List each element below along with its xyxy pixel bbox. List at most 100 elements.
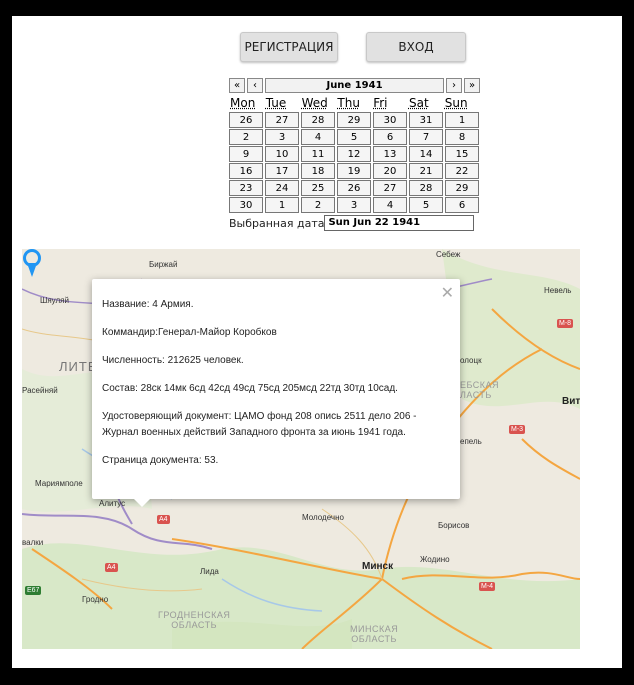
map-label-suvalki: валки — [22, 538, 44, 547]
map-label-grodno: Гродно — [82, 595, 109, 604]
calendar-day[interactable]: 4 — [373, 197, 407, 213]
map-label-nevel: Невель — [544, 286, 572, 295]
page-frame: РЕГИСТРАЦИЯ ВХОД « ‹ June 1941 › » Mon T… — [12, 16, 622, 668]
calendar-day[interactable]: 20 — [373, 163, 407, 179]
calendar-day[interactable]: 6 — [373, 129, 407, 145]
close-icon[interactable]: ✕ — [441, 283, 454, 303]
calendar-day[interactable]: 19 — [337, 163, 371, 179]
calendar-day[interactable]: 13 — [373, 146, 407, 162]
weekday: Wed — [301, 96, 328, 110]
selected-date-row: Выбранная дата Sun Jun 22 1941 — [229, 215, 475, 231]
map-label-lepel: епель — [460, 437, 482, 446]
road-shield-a4: A4 — [105, 563, 118, 572]
map-label-vitebsk: Вите — [562, 396, 580, 407]
calendar-day[interactable]: 3 — [337, 197, 371, 213]
calendar-day[interactable]: 30 — [229, 197, 263, 213]
map-label-borisov: Борисов — [438, 521, 470, 530]
calendar-day[interactable]: 16 — [229, 163, 263, 179]
unit-document: Удостоверяющий документ: ЦАМО фонд 208 о… — [102, 411, 417, 438]
calendar-day[interactable]: 18 — [301, 163, 335, 179]
calendar: « ‹ June 1941 › » Mon Tue Wed Thu Fri Sa… — [229, 78, 480, 213]
weekday: Sat — [408, 96, 429, 110]
map-label-grodno-region: ГРОДНЕНСКАЯ ОБЛАСТЬ — [158, 610, 231, 630]
road-shield-m8: M-8 — [557, 319, 574, 328]
calendar-day[interactable]: 27 — [373, 180, 407, 196]
weekday: Tue — [265, 96, 287, 110]
calendar-day[interactable]: 9 — [229, 146, 263, 162]
calendar-day[interactable]: 14 — [409, 146, 443, 162]
selected-date-field[interactable]: Sun Jun 22 1941 — [324, 215, 475, 231]
map-label-birzhai: Биржай — [149, 260, 178, 269]
calendar-day[interactable]: 27 — [265, 112, 299, 128]
calendar-nav: « ‹ June 1941 › » — [229, 78, 480, 94]
calendar-day[interactable]: 1 — [265, 197, 299, 213]
map-label-vitebsk-region: ЕБСКАЯ ЛАСТЬ — [460, 380, 500, 400]
calendar-day[interactable]: 2 — [301, 197, 335, 213]
calendar-day[interactable]: 31 — [409, 112, 443, 128]
map-label-zhodino: Жодино — [420, 555, 450, 564]
calendar-day[interactable]: 24 — [265, 180, 299, 196]
map-label-raseiniai: Расейняй — [22, 386, 58, 395]
road-shield-a4: A4 — [157, 515, 170, 524]
unit-strength: Численность: 212625 человек. — [102, 355, 244, 366]
calendar-day[interactable]: 1 — [445, 112, 479, 128]
road-shield-m3: M-3 — [509, 425, 526, 434]
unit-name: Название: 4 Армия. — [102, 299, 194, 310]
calendar-day[interactable]: 6 — [445, 197, 479, 213]
calendar-day[interactable]: 25 — [301, 180, 335, 196]
calendar-grid: 26 27 28 29 30 31 1 2 3 4 5 6 7 8 9 10 11 12 13 14 15 16 17 18 1… — [229, 112, 480, 213]
calendar-day[interactable]: 30 — [373, 112, 407, 128]
unit-info-popup: ✕ Название: 4 Армия. Коммандир:Генерал-М… — [92, 279, 460, 507]
weekday: Sun — [444, 96, 468, 110]
next-month-button[interactable]: › — [446, 78, 462, 93]
calendar-day[interactable]: 28 — [409, 180, 443, 196]
calendar-day[interactable]: 17 — [265, 163, 299, 179]
login-button[interactable]: ВХОД — [366, 32, 466, 62]
calendar-day[interactable]: 23 — [229, 180, 263, 196]
calendar-day[interactable]: 11 — [301, 146, 335, 162]
weekday: Fri — [373, 96, 388, 110]
weekday-header: Mon Tue Wed Thu Fri Sat Sun — [229, 96, 480, 111]
map-label-shyaulyai: Шяуляй — [40, 296, 69, 305]
calendar-day[interactable]: 8 — [445, 129, 479, 145]
calendar-day[interactable]: 5 — [337, 129, 371, 145]
map-label-marijampole: Мариямполе — [35, 479, 83, 488]
unit-commander: Коммандир:Генерал-Майор Коробков — [102, 327, 277, 338]
weekday: Thu — [337, 96, 360, 110]
map-label-minsk-region: МИНСКАЯ ОБЛАСТЬ — [350, 624, 399, 644]
calendar-day[interactable]: 5 — [409, 197, 443, 213]
selected-date-label: Выбранная дата — [229, 216, 325, 230]
unit-composition: Состав: 28ск 14мк 6сд 42сд 49сд 75сд 205… — [102, 383, 398, 394]
calendar-day[interactable]: 2 — [229, 129, 263, 145]
calendar-day[interactable]: 7 — [409, 129, 443, 145]
road-shield-e67: E67 — [25, 586, 42, 595]
prev-month-button[interactable]: ‹ — [247, 78, 263, 93]
map-label-molodechno: Молодечно — [302, 513, 344, 522]
map-label-sebezh: Себеж — [436, 250, 461, 259]
calendar-day[interactable]: 15 — [445, 146, 479, 162]
calendar-day[interactable]: 21 — [409, 163, 443, 179]
map-label-polotsk: олоцк — [460, 356, 482, 365]
calendar-day[interactable]: 29 — [445, 180, 479, 196]
calendar-day[interactable]: 28 — [301, 112, 335, 128]
map-label-alitus: Алитус — [99, 499, 126, 508]
map-marker-icon[interactable] — [22, 249, 42, 279]
calendar-day[interactable]: 3 — [265, 129, 299, 145]
road-shield-m4: M-4 — [479, 582, 496, 591]
register-button[interactable]: РЕГИСТРАЦИЯ — [240, 32, 338, 62]
calendar-day[interactable]: 29 — [337, 112, 371, 128]
next-year-button[interactable]: » — [464, 78, 480, 93]
map[interactable]: Биржай Себеж Шяуляй Невель ЛИТВ Расейняй… — [22, 249, 580, 649]
weekday: Mon — [230, 96, 256, 110]
map-label-lida: Лида — [200, 567, 219, 576]
calendar-day[interactable]: 12 — [337, 146, 371, 162]
calendar-day[interactable]: 10 — [265, 146, 299, 162]
map-label-minsk: Минск — [362, 561, 394, 572]
unit-page: Страница документа: 53. — [102, 455, 219, 466]
calendar-month-title[interactable]: June 1941 — [265, 78, 444, 93]
calendar-day[interactable]: 26 — [229, 112, 263, 128]
prev-year-button[interactable]: « — [229, 78, 245, 93]
calendar-day[interactable]: 4 — [301, 129, 335, 145]
calendar-day[interactable]: 22 — [445, 163, 479, 179]
calendar-day[interactable]: 26 — [337, 180, 371, 196]
